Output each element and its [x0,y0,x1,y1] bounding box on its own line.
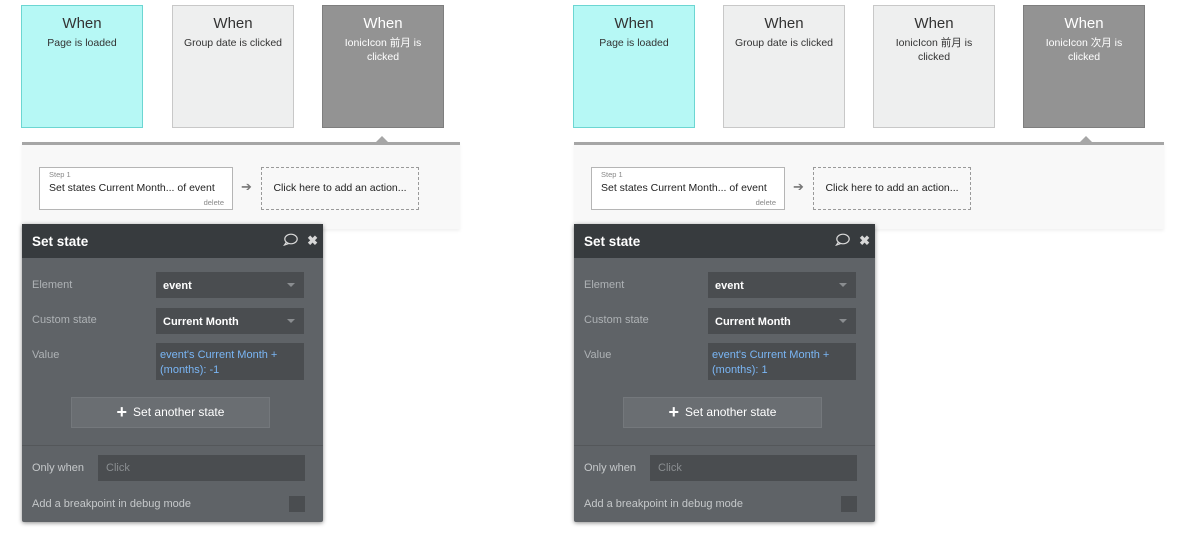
element-value: event [715,280,744,292]
action-step[interactable]: Step 1 Set states Current Month... of ev… [591,167,785,210]
value-expression[interactable]: event's Current Month + (months): -1 [156,343,304,380]
step-text: Set states Current Month... of event [601,182,767,194]
caret-down-icon [287,283,295,287]
close-icon[interactable]: ✖ [859,233,870,249]
add-action-button[interactable]: Click here to add an action... [261,167,419,210]
breakpoint-label: Add a breakpoint in debug mode [32,498,192,510]
plus-icon: + [668,402,680,422]
action-step[interactable]: Step 1 Set states Current Month... of ev… [39,167,233,210]
comment-icon[interactable] [282,233,298,249]
only-when-input[interactable]: Click [650,455,857,481]
action-strip: Step 1 Set states Current Month... of ev… [22,136,460,229]
set-another-state-button[interactable]: + Set another state [71,397,270,428]
element-dropdown[interactable]: event [156,272,304,298]
caret-down-icon [839,283,847,287]
custom-state-value: Current Month [715,316,791,328]
caret-down-icon [287,319,295,323]
event-card-prev-month-clicked[interactable]: When IonicIcon 前月 is clicked [873,5,995,128]
event-card-prev-month-clicked[interactable]: When IonicIcon 前月 is clicked [322,5,444,128]
value-expression[interactable]: event's Current Month + (months): 1 [708,343,856,380]
set-another-state-label: Set another state [133,405,225,419]
breakpoint-checkbox[interactable] [289,496,305,512]
plus-icon: + [116,402,128,422]
right-workflow: When Page is loaded When Group date is c… [552,0,1164,556]
custom-state-dropdown[interactable]: Current Month [156,308,304,334]
comment-icon[interactable] [834,233,850,249]
event-card-when: When [764,15,804,32]
event-card-when: When [914,15,954,32]
element-label: Element [584,279,625,291]
event-card-desc: Group date is clicked [734,37,834,49]
event-card-next-month-clicked[interactable]: When IonicIcon 次月 is clicked [1023,5,1145,128]
arrow-right-icon: ➔ [793,179,804,194]
add-action-button[interactable]: Click here to add an action... [813,167,971,210]
step-number: Step 1 [49,170,71,179]
set-state-panel: Set state ✖ Element event Custom state C… [574,224,875,522]
element-value: event [163,280,192,292]
selected-event-notch [1079,136,1093,143]
event-card-when: When [62,15,102,32]
event-card-desc: IonicIcon 前月 is clicked [344,37,422,63]
breakpoint-checkbox[interactable] [841,496,857,512]
panel-divider [22,445,323,446]
set-another-state-button[interactable]: + Set another state [623,397,822,428]
event-card-when: When [213,15,253,32]
only-when-label: Only when [32,462,84,474]
action-strip: Step 1 Set states Current Month... of ev… [574,136,1164,229]
event-card-group-date-clicked[interactable]: When Group date is clicked [172,5,294,128]
custom-state-value: Current Month [163,316,239,328]
set-state-panel: Set state ✖ Element event Custom state C… [22,224,323,522]
panel-title: Set state [584,234,641,249]
panel-header: Set state ✖ [22,224,323,258]
event-card-desc: Page is loaded [599,37,669,49]
event-card-when: When [363,15,403,32]
event-card-page-loaded[interactable]: When Page is loaded [21,5,143,128]
arrow-right-icon: ➔ [241,179,252,194]
value-label: Value [32,349,60,361]
custom-state-dropdown[interactable]: Current Month [708,308,856,334]
event-card-desc: Group date is clicked [183,37,283,49]
caret-down-icon [839,319,847,323]
step-text: Set states Current Month... of event [49,182,215,194]
set-another-state-label: Set another state [685,405,777,419]
step-delete-link[interactable]: delete [756,198,776,207]
panel-header: Set state ✖ [574,224,875,258]
value-label: Value [584,349,612,361]
selected-event-notch [375,136,389,143]
event-card-desc: IonicIcon 次月 is clicked [1045,37,1123,63]
event-card-when: When [1064,15,1104,32]
breakpoint-label: Add a breakpoint in debug mode [584,498,744,510]
event-card-group-date-clicked[interactable]: When Group date is clicked [723,5,845,128]
event-card-when: When [614,15,654,32]
panel-title: Set state [32,234,89,249]
step-delete-link[interactable]: delete [204,198,224,207]
element-dropdown[interactable]: event [708,272,856,298]
event-card-desc: Page is loaded [47,37,117,49]
step-number: Step 1 [601,170,623,179]
only-when-label: Only when [584,462,636,474]
event-card-desc: IonicIcon 前月 is clicked [895,37,973,63]
element-label: Element [32,279,73,291]
custom-state-label: Custom state [584,314,649,326]
left-workflow: When Page is loaded When Group date is c… [0,0,460,556]
panel-divider [574,445,875,446]
close-icon[interactable]: ✖ [307,233,318,249]
custom-state-label: Custom state [32,314,97,326]
event-card-page-loaded[interactable]: When Page is loaded [573,5,695,128]
only-when-input[interactable]: Click [98,455,305,481]
